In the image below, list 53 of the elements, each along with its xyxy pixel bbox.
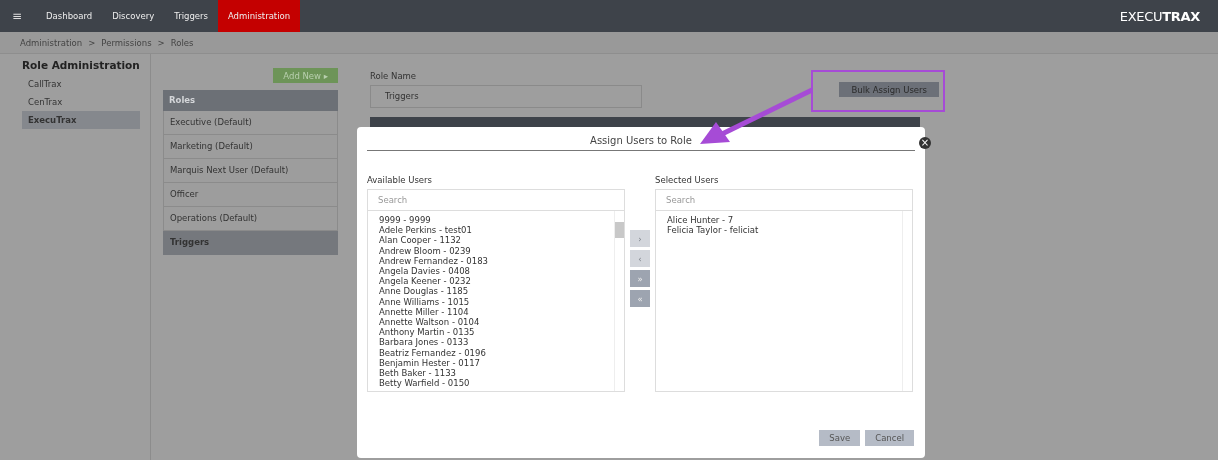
- user-item[interactable]: 9999 - 9999: [379, 215, 603, 226]
- nav-tab[interactable]: Administration: [217, 0, 301, 32]
- breadcrumb-item: >: [88, 37, 96, 48]
- role-item[interactable]: Marquis Next User (Default): [163, 159, 338, 183]
- user-item[interactable]: Anne Douglas - 1185: [379, 286, 603, 297]
- role-name-field[interactable]: Triggers: [370, 85, 642, 108]
- close-icon[interactable]: ×: [919, 137, 931, 149]
- user-item[interactable]: Betty Warfield - 0150: [379, 378, 603, 389]
- nav-tab[interactable]: Dashboard: [36, 0, 103, 32]
- selected-users-label: Selected Users: [655, 175, 720, 185]
- user-item[interactable]: Barbara Jones - 0133: [379, 337, 603, 348]
- user-list[interactable]: Alice Hunter - 7 Felicia Taylor - feliciat: [655, 211, 913, 392]
- modal-title: Assign Users to Role: [367, 135, 915, 151]
- menu-icon[interactable]: ≡: [12, 9, 23, 23]
- save-button[interactable]: Save: [819, 430, 861, 446]
- user-item[interactable]: Andrew Bloom - 0239: [379, 245, 603, 256]
- user-item[interactable]: Benjamin Hester - 0117: [379, 357, 603, 369]
- nav-tab[interactable]: Triggers: [164, 0, 218, 32]
- user-item[interactable]: Beth Baker - 1133: [379, 368, 603, 379]
- user-list[interactable]: [367, 211, 625, 392]
- user-item[interactable]: Alice Hunter - 7: [667, 215, 891, 226]
- breadcrumb-item: >: [157, 37, 165, 48]
- roles-header: Roles: [163, 90, 338, 111]
- breadcrumb-item[interactable]: Roles: [170, 37, 194, 48]
- user-item[interactable]: Beatriz Fernandez - 0196: [379, 347, 603, 358]
- breadcrumb-item[interactable]: Permissions: [101, 37, 152, 48]
- user-item[interactable]: Felicia Taylor - feliciat: [667, 225, 891, 236]
- logo: EXECUTRAX: [1119, 8, 1200, 24]
- sidebar-item[interactable]: ExecuTrax: [22, 111, 140, 129]
- user-item[interactable]: Angela Davies - 0408: [379, 266, 603, 277]
- user-item[interactable]: Annette Waltson - 0104: [379, 317, 603, 328]
- nav-tab[interactable]: Discovery: [102, 0, 165, 32]
- role-item[interactable]: Executive (Default): [163, 111, 338, 135]
- sidebar-title: Role Administration: [22, 59, 140, 71]
- user-item[interactable]: Adele Perkins - test01: [379, 225, 603, 236]
- user-item[interactable]: Andrew Fernandez - 0183: [379, 255, 603, 266]
- cancel-button[interactable]: Cancel: [865, 430, 914, 446]
- search-field[interactable]: Search: [367, 189, 625, 211]
- search-field[interactable]: Search: [655, 189, 913, 211]
- available-users-label: Available Users: [367, 175, 433, 185]
- user-item[interactable]: Angela Keener - 0232: [379, 276, 603, 287]
- role-item[interactable]: Officer: [163, 183, 338, 207]
- sidebar-item[interactable]: CenTrax: [22, 93, 140, 111]
- role-item[interactable]: Operations (Default): [163, 207, 338, 231]
- sidebar-item[interactable]: CallTrax: [22, 75, 140, 93]
- user-item[interactable]: Anthony Martin - 0135: [379, 327, 603, 338]
- role-item[interactable]: Marketing (Default): [163, 135, 338, 159]
- breadcrumb-item[interactable]: Administration: [20, 37, 83, 48]
- user-item[interactable]: Annette Miller - 1104: [379, 306, 603, 318]
- role-name-label: Role Name: [370, 71, 418, 81]
- user-item[interactable]: Anne Williams - 1015: [379, 296, 603, 307]
- user-item[interactable]: Alan Cooper - 1132: [379, 235, 603, 246]
- scrollbar[interactable]: [614, 211, 624, 391]
